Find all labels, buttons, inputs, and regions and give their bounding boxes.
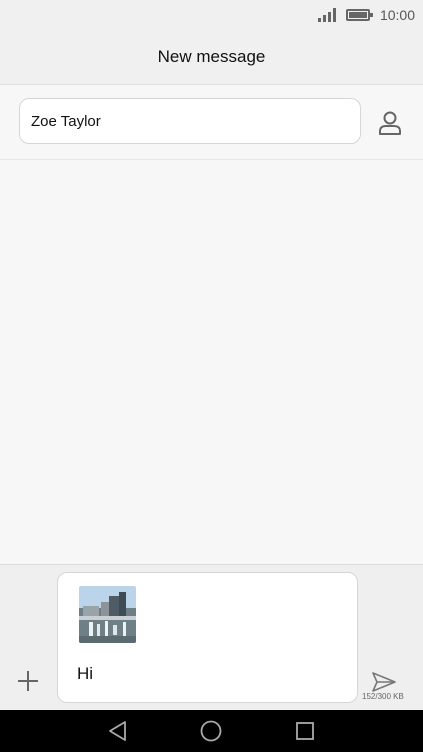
recipient-value: Zoe Taylor [31,112,101,130]
person-icon[interactable] [377,110,403,136]
message-text: Hi [77,664,94,683]
message-input[interactable]: Hi [57,572,358,703]
status-time: 10:00 [379,7,415,23]
composer: Hi 152/300 KB [0,564,423,710]
back-icon[interactable] [106,719,128,743]
status-bar: 10:00 [0,0,423,30]
home-icon[interactable] [200,720,222,742]
recipient-row: Zoe Taylor [0,86,423,160]
navigation-bar [0,710,423,752]
page-title: New message [157,47,266,66]
send-icon[interactable] [371,671,397,693]
signal-icon [317,8,336,22]
battery-icon [345,9,373,21]
image-thumbnail[interactable] [79,586,136,643]
header: New message [0,30,423,85]
recipient-field[interactable]: Zoe Taylor [19,98,361,144]
plus-icon[interactable] [14,667,42,695]
recent-apps-icon[interactable] [295,721,315,741]
message-size-label: 152/300 KB [362,692,404,701]
message-thread-area [0,160,423,564]
